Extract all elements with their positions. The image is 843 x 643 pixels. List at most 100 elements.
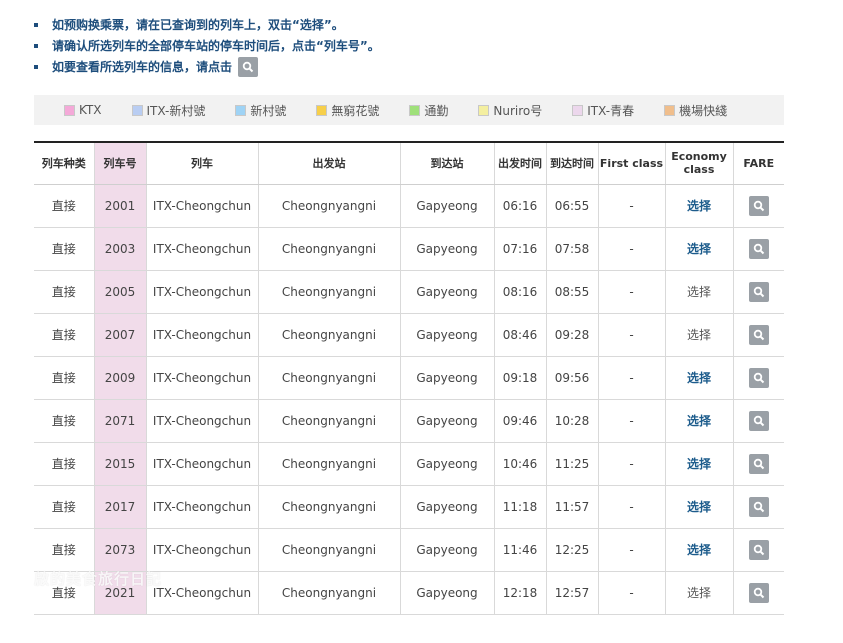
legend-label: 機場快綫 [679, 103, 728, 118]
cell-train: ITX-Cheongchun [146, 571, 259, 615]
cell-departure-station: Cheongnyangni [258, 528, 401, 572]
magnifier-icon [753, 587, 764, 598]
cell-arrival-station: Gapyeong [400, 227, 495, 271]
cell-departure-time: 10:46 [494, 442, 547, 486]
cell-departure-time: 06:16 [494, 184, 547, 228]
cell-fare [733, 571, 784, 615]
train-info-search-button[interactable] [238, 56, 259, 77]
cell-arrival-time: 12:25 [546, 528, 599, 572]
fare-search-button[interactable] [748, 496, 769, 517]
cell-train-no[interactable]: 2017 [94, 485, 147, 529]
economy-select-button[interactable]: 选择 [687, 328, 711, 342]
cell-type: 直接 [34, 313, 95, 357]
fare-search-button[interactable] [748, 367, 769, 388]
cell-departure-station: Cheongnyangni [258, 442, 401, 486]
cell-arrival-station: Gapyeong [400, 184, 495, 228]
note-text: 如预购换乘票，请在已查询到的列车上，双击“选择”。 [52, 18, 344, 32]
cell-first-class: - [598, 270, 666, 314]
cell-type: 直接 [34, 184, 95, 228]
bullet-icon [34, 22, 38, 27]
economy-select-button[interactable]: 选择 [687, 371, 711, 385]
magnifier-icon [753, 329, 764, 340]
legend-item: 無窮花號 [316, 102, 379, 119]
cell-departure-time: 09:18 [494, 356, 547, 400]
fare-search-button[interactable] [748, 539, 769, 560]
legend-swatch [409, 104, 421, 116]
cell-train-no[interactable]: 2007 [94, 313, 147, 357]
cell-fare [733, 184, 784, 228]
legend-swatch [664, 104, 676, 116]
table-row: 直接 2073 ITX-Cheongchun Cheongnyangni Gapyeon… [34, 528, 784, 572]
watermark: 啟的美食旅行日記 [34, 570, 163, 588]
legend-label: ITX-青春 [587, 103, 635, 118]
magnifier-icon [753, 501, 764, 512]
cell-departure-station: Cheongnyangni [258, 399, 401, 443]
cell-economy-class: 选择 [665, 270, 734, 314]
cell-train: ITX-Cheongchun [146, 184, 259, 228]
cell-departure-time: 08:46 [494, 313, 547, 357]
fare-search-button[interactable] [748, 195, 769, 216]
col-header-first-class: First class [598, 141, 666, 185]
cell-arrival-station: Gapyeong [400, 571, 495, 615]
economy-select-button[interactable]: 选择 [687, 285, 711, 299]
cell-train-no[interactable]: 2005 [94, 270, 147, 314]
col-header-arrival-station: 到达站 [400, 141, 495, 185]
cell-train-no[interactable]: 2073 [94, 528, 147, 572]
magnifier-icon [753, 200, 764, 211]
cell-train-no[interactable]: 2009 [94, 356, 147, 400]
economy-select-button[interactable]: 选择 [687, 500, 711, 514]
cell-first-class: - [598, 313, 666, 357]
legend-label: KTX [79, 103, 102, 117]
fare-search-button[interactable] [748, 410, 769, 431]
cell-train-no[interactable]: 2001 [94, 184, 147, 228]
economy-select-button[interactable]: 选择 [687, 543, 711, 557]
economy-select-button[interactable]: 选择 [687, 242, 711, 256]
col-header-type: 列车种类 [34, 141, 95, 185]
cell-first-class: - [598, 442, 666, 486]
table-row: 直接 2017 ITX-Cheongchun Cheongnyangni Gapyeon… [34, 485, 784, 529]
legend-swatch [235, 104, 247, 116]
fare-search-button[interactable] [748, 238, 769, 259]
fare-search-button[interactable] [748, 453, 769, 474]
cell-fare [733, 399, 784, 443]
fare-search-button[interactable] [748, 582, 769, 603]
fare-search-button[interactable] [748, 324, 769, 345]
table-row: 直接 2001 ITX-Cheongchun Cheongnyangni Gapyeon… [34, 184, 784, 228]
cell-economy-class: 选择 [665, 313, 734, 357]
legend-item: KTX [64, 103, 102, 117]
magnifier-icon [753, 286, 764, 297]
note-transfer: 如预购换乘票，请在已查询到的列车上，双击“选择”。 [34, 14, 380, 35]
col-header-train-no: 列车号 [94, 141, 147, 185]
economy-select-button[interactable]: 选择 [687, 199, 711, 213]
cell-arrival-time: 11:57 [546, 485, 599, 529]
cell-departure-station: Cheongnyangni [258, 356, 401, 400]
cell-train-no[interactable]: 2015 [94, 442, 147, 486]
cell-train-no[interactable]: 2003 [94, 227, 147, 271]
col-header-arrival-time: 到达时间 [546, 141, 599, 185]
cell-fare [733, 442, 784, 486]
col-header-departure-station: 出发站 [258, 141, 401, 185]
cell-fare [733, 313, 784, 357]
cell-arrival-station: Gapyeong [400, 485, 495, 529]
cell-arrival-station: Gapyeong [400, 399, 495, 443]
fare-search-button[interactable] [748, 281, 769, 302]
economy-select-button[interactable]: 选择 [687, 414, 711, 428]
cell-arrival-time: 09:56 [546, 356, 599, 400]
magnifier-icon [753, 415, 764, 426]
col-header-train: 列车 [146, 141, 259, 185]
economy-select-button[interactable]: 选择 [687, 586, 711, 600]
col-header-departure-time: 出发时间 [494, 141, 547, 185]
cell-train: ITX-Cheongchun [146, 442, 259, 486]
cell-first-class: - [598, 227, 666, 271]
legend-item: ITX-新村號 [131, 102, 205, 119]
economy-select-button[interactable]: 选择 [687, 457, 711, 471]
note-text: 请确认所选列车的全部停车站的停车时间后，点击“列车号”。 [52, 39, 380, 53]
cell-arrival-station: Gapyeong [400, 313, 495, 357]
magnifier-icon [753, 243, 764, 254]
cell-economy-class: 选择 [665, 485, 734, 529]
cell-arrival-time: 11:25 [546, 442, 599, 486]
cell-train-no[interactable]: 2071 [94, 399, 147, 443]
cell-first-class: - [598, 571, 666, 615]
legend-swatch [64, 104, 75, 116]
cell-first-class: - [598, 485, 666, 529]
